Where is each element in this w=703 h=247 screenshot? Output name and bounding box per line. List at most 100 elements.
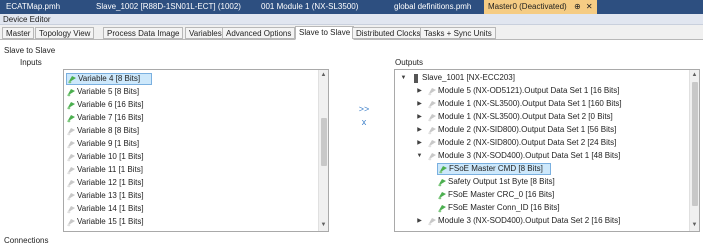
expanded-arrow-icon[interactable]: ▼ xyxy=(415,150,424,162)
tab-label: Slave to Slave xyxy=(299,28,351,37)
tab-master[interactable]: Master xyxy=(2,27,35,39)
output-data-set-node[interactable]: ▶ Module 2 (NX-SID800).Output Data Set 2 … xyxy=(415,137,616,149)
collapsed-arrow-icon[interactable]: ▶ xyxy=(415,137,424,149)
green-variable-icon xyxy=(437,191,447,200)
expanded-arrow-icon[interactable]: ▼ xyxy=(399,72,408,84)
doc-tab-label: ECATMap.pmh xyxy=(6,2,61,11)
output-variable-item[interactable]: Safety Output 1st Byte [8 Bits] xyxy=(437,176,555,188)
input-variable-item[interactable]: Variable 4 [8 Bits] xyxy=(66,73,152,85)
input-variable-item[interactable]: Variable 9 [1 Bits] xyxy=(66,138,266,150)
input-variable-item[interactable]: Variable 8 [8 Bits] xyxy=(66,125,266,137)
tab-label: Variables xyxy=(189,29,222,38)
doc-tab-master0[interactable]: Master0 (Deactivated) ⊕ ✕ xyxy=(484,0,597,14)
item-label: Variable 12 [1 Bits] xyxy=(77,178,144,187)
item-label: Module 1 (NX-SL3500).Output Data Set 1 [… xyxy=(438,99,622,108)
collapsed-arrow-icon[interactable]: ▶ xyxy=(415,85,424,97)
output-data-set-node[interactable]: ▶ Module 1 (NX-SL3500).Output Data Set 2 … xyxy=(415,111,613,123)
grey-variable-icon xyxy=(66,192,76,201)
tab-process-data-image[interactable]: Process Data Image xyxy=(103,27,184,39)
tab-slave-to-slave[interactable]: Slave to Slave xyxy=(295,26,355,40)
grey-variable-icon xyxy=(427,87,437,96)
tab-label: Master xyxy=(6,29,31,38)
item-label: Variable 9 [1 Bits] xyxy=(77,139,140,148)
green-variable-icon xyxy=(66,88,76,97)
item-label: Variable 10 [1 Bits] xyxy=(77,152,144,161)
grey-variable-icon xyxy=(66,218,76,227)
connections-label: Connections xyxy=(4,236,49,245)
tab-distributed-clocks[interactable]: Distributed Clocks xyxy=(352,27,425,39)
scroll-thumb[interactable] xyxy=(692,82,698,206)
assign-button[interactable]: >> xyxy=(358,104,370,114)
item-label: FSoE Master Conn_ID [16 Bits] xyxy=(448,203,560,212)
output-data-set-node[interactable]: ▶ Module 1 (NX-SL3500).Output Data Set 1 … xyxy=(415,98,622,110)
item-label: Variable 14 [1 Bits] xyxy=(77,204,144,213)
collapsed-arrow-icon[interactable]: ▶ xyxy=(415,111,424,123)
item-label: Variable 15 [1 Bits] xyxy=(77,217,144,226)
item-label: Slave_1001 [NX-ECC203] xyxy=(422,73,515,82)
input-variable-item[interactable]: Variable 11 [1 Bits] xyxy=(66,164,266,176)
grey-variable-icon xyxy=(427,217,437,226)
collapsed-arrow-icon[interactable]: ▶ xyxy=(415,98,424,110)
editor-title: Device Editor xyxy=(3,15,51,24)
outputs-scrollbar[interactable]: ▲ ▼ xyxy=(689,70,699,231)
tab-variables[interactable]: Variables xyxy=(185,27,226,39)
doc-tab-label: global definitions.pmh xyxy=(394,2,472,11)
item-label: Safety Output 1st Byte [8 Bits] xyxy=(448,177,555,186)
output-data-set-node[interactable]: ▶ Module 2 (NX-SID800).Output Data Set 1 … xyxy=(415,124,616,136)
output-data-set-node[interactable]: ▶ Module 3 (NX-SOD400).Output Data Set 2 … xyxy=(415,215,620,227)
grey-variable-icon xyxy=(66,127,76,136)
doc-tab-global-definitions[interactable]: global definitions.pmh xyxy=(390,0,475,14)
remove-button[interactable]: x xyxy=(358,117,370,127)
green-variable-icon xyxy=(437,204,447,213)
tab-topology-view[interactable]: Topology View xyxy=(35,27,95,39)
doc-tab-slave-1002[interactable]: Slave_1002 [R88D-1SN01L-ECT] (1002) xyxy=(92,0,245,14)
pin-icon[interactable]: ⊕ xyxy=(574,2,581,11)
item-label: Module 2 (NX-SID800).Output Data Set 2 [… xyxy=(438,138,617,147)
input-variable-item[interactable]: Variable 13 [1 Bits] xyxy=(66,190,266,202)
input-variable-item[interactable]: Variable 15 [1 Bits] xyxy=(66,216,266,228)
device-tree-node[interactable]: ▼ Slave_1001 [NX-ECC203] xyxy=(399,72,515,84)
close-icon[interactable]: ✕ xyxy=(586,2,593,11)
input-variable-item[interactable]: Variable 7 [16 Bits] xyxy=(66,112,266,124)
item-label: Module 5 (NX-OD5121).Output Data Set 1 [… xyxy=(438,86,620,95)
input-variable-item[interactable]: Variable 10 [1 Bits] xyxy=(66,151,266,163)
inputs-list[interactable]: ▲ ▼ Variable 4 [8 Bits] Variable 5 [8 Bit… xyxy=(63,69,329,232)
doc-tab-label: Master0 (Deactivated) xyxy=(488,2,567,11)
output-data-set-node[interactable]: ▼ Module 3 (NX-SOD400).Output Data Set 1 … xyxy=(415,150,621,162)
output-variable-item[interactable]: FSoE Master CMD [8 Bits] xyxy=(437,163,551,175)
doc-tab-module-1[interactable]: 001 Module 1 (NX-SL3500) xyxy=(257,0,362,14)
item-label: Variable 4 [8 Bits] xyxy=(78,74,141,83)
input-variable-item[interactable]: Variable 14 [1 Bits] xyxy=(66,203,266,215)
output-data-set-node[interactable]: ▶ Module 5 (NX-OD5121).Output Data Set 1 … xyxy=(415,85,619,97)
green-variable-icon xyxy=(438,165,448,174)
scroll-down-icon[interactable]: ▼ xyxy=(319,221,328,230)
input-variable-item[interactable]: Variable 6 [16 Bits] xyxy=(66,99,266,111)
grey-variable-icon xyxy=(66,205,76,214)
item-label: Variable 6 [16 Bits] xyxy=(77,100,144,109)
tab-label: Process Data Image xyxy=(107,29,180,38)
item-label: Module 3 (NX-SOD400).Output Data Set 2 [… xyxy=(438,216,621,225)
grey-variable-icon xyxy=(427,126,437,135)
output-variable-item[interactable]: FSoE Master CRC_0 [16 Bits] xyxy=(437,189,554,201)
input-variable-item[interactable]: Variable 5 [8 Bits] xyxy=(66,86,266,98)
item-label: Variable 13 [1 Bits] xyxy=(77,191,144,200)
collapsed-arrow-icon[interactable]: ▶ xyxy=(415,215,424,227)
input-variable-item[interactable]: Variable 12 [1 Bits] xyxy=(66,177,266,189)
outputs-tree[interactable]: ▲ ▼ ▼ Slave_1001 [NX-ECC203] ▶ Module 5 (NX… xyxy=(394,69,700,232)
scroll-up-icon[interactable]: ▲ xyxy=(319,71,328,80)
scroll-thumb[interactable] xyxy=(321,118,327,166)
tab-advanced-options[interactable]: Advanced Options xyxy=(222,27,296,39)
doc-tab-ecatmap[interactable]: ECATMap.pmh xyxy=(2,0,64,14)
inputs-scrollbar[interactable]: ▲ ▼ xyxy=(318,70,328,231)
item-label: Variable 8 [8 Bits] xyxy=(77,126,140,135)
grey-variable-icon xyxy=(66,179,76,188)
tab-label: Tasks + Sync Units xyxy=(424,29,492,38)
tab-label: Distributed Clocks xyxy=(356,29,421,38)
scroll-up-icon[interactable]: ▲ xyxy=(690,71,699,80)
tab-tasks-sync-units[interactable]: Tasks + Sync Units xyxy=(420,27,496,39)
scroll-down-icon[interactable]: ▼ xyxy=(690,221,699,230)
tab-label: Advanced Options xyxy=(226,29,292,38)
output-variable-item[interactable]: FSoE Master Conn_ID [16 Bits] xyxy=(437,202,560,214)
item-label: FSoE Master CRC_0 [16 Bits] xyxy=(448,190,555,199)
collapsed-arrow-icon[interactable]: ▶ xyxy=(415,124,424,136)
